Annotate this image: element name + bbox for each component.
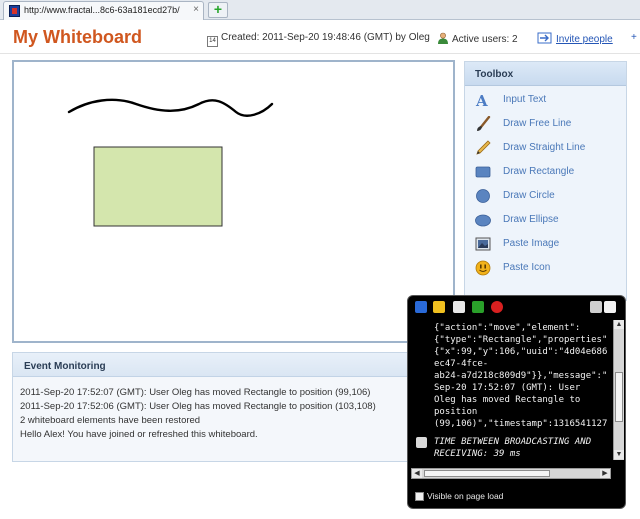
timing-line: TIME BETWEEN BROADCASTING AND [434,437,592,447]
tool-label: Draw Rectangle [503,166,575,177]
event-line: 2011-Sep-20 17:52:06 (GMT): User Oleg ha… [20,401,376,412]
visible-on-load-checkbox[interactable] [415,492,424,501]
new-tab-button[interactable]: + [208,2,228,18]
console-line: position [434,407,478,417]
scroll-up-icon[interactable]: ▲ [614,320,624,329]
warning-filter-icon[interactable] [433,301,445,313]
event-line: 2011-Sep-20 17:52:07 (GMT): User Oleg ha… [20,387,371,398]
console-line: ec47-4fce- [434,359,489,369]
free-line-stroke[interactable] [67,98,274,117]
tool-draw-straight-line[interactable]: Draw Straight Line [465,137,626,159]
invite-people-link[interactable]: Invite people [556,34,613,45]
console-line: Sep-20 17:52:07 (GMT): User [434,383,581,393]
smiley-icon [475,260,491,276]
console-horizontal-scrollbar[interactable]: ◀ ▶ [411,468,611,479]
event-monitoring-panel: Event Monitoring 2011-Sep-20 17:52:07 (G… [12,352,459,462]
scroll-thumb[interactable] [424,470,550,477]
toolbox-panel: Toolbox A Input Text Draw Free Line Draw… [464,61,627,301]
scroll-right-icon[interactable]: ▶ [600,469,610,478]
log-entry-icon [416,437,427,448]
console-line: Oleg has moved Rectangle to [434,395,581,405]
log-filter-icon[interactable] [453,301,465,313]
browser-tab-strip: http://www.fractal...8c6-63a181ecd27b/ ×… [0,0,640,20]
site-favicon-icon [9,5,20,17]
tool-label: Paste Icon [503,262,551,273]
tool-draw-rectangle[interactable]: Draw Rectangle [465,161,626,183]
tool-draw-circle[interactable]: Draw Circle [465,185,626,207]
invite-icon [537,32,552,44]
browser-tab[interactable]: http://www.fractal...8c6-63a181ecd27b/ × [3,1,204,20]
tool-label: Paste Image [503,238,560,249]
tool-draw-ellipse[interactable]: Draw Ellipse [465,209,626,231]
image-icon [475,237,491,251]
tool-paste-icon[interactable]: Paste Icon [465,257,626,279]
whiteboard-drawing [67,98,274,227]
calendar-icon: 14 [207,36,218,47]
console-line: {"type":"Rectangle","properties" [434,335,608,345]
ellipse-icon [475,214,491,227]
console-line: (99,106)","timestamp":1316541127 [434,419,608,429]
info-filter-icon[interactable] [415,301,427,313]
console-line: ab24-a7d218c809d9"}},"message":" [434,371,608,381]
console-log: {"action":"move","element": {"type":"Rec… [412,320,612,462]
tool-label: Draw Free Line [503,118,572,129]
tool-paste-image[interactable]: Paste Image [465,233,626,255]
error-filter-icon[interactable] [491,301,503,313]
event-line: Hello Alex! You have joined or refreshed… [20,429,258,440]
invite-area: Invite people [537,32,613,45]
console-vertical-scrollbar[interactable]: ▲ ▼ [613,320,624,460]
tool-label: Draw Straight Line [503,142,586,153]
scroll-left-icon[interactable]: ◀ [412,469,422,478]
created-text: Created: 2011-Sep-20 19:48:46 (GMT) by O… [221,32,430,43]
event-line: 2 whiteboard elements have been restored [20,415,201,426]
rectangle-icon [475,166,491,178]
console-toolbar [408,296,625,316]
scroll-thumb[interactable] [615,372,623,422]
shield-icon[interactable] [604,301,616,313]
rectangle-shape[interactable] [93,146,223,227]
console-line: {"action":"move","element": [434,323,581,333]
event-monitoring-title: Event Monitoring [13,353,458,377]
whiteboard-canvas[interactable] [12,60,455,343]
tool-draw-free-line[interactable]: Draw Free Line [465,113,626,135]
scroll-down-icon[interactable]: ▼ [614,450,624,459]
tab-url: http://www.fractal...8c6-63a181ecd27b/ [24,5,180,15]
visible-on-load-label: Visible on page load [427,491,504,501]
brush-icon [477,116,491,131]
circle-icon [476,189,490,203]
tool-label: Input Text [503,94,547,105]
invite-more-icon[interactable]: + [631,32,637,43]
created-info: 14 Created: 2011-Sep-20 19:48:46 (GMT) by… [207,32,430,47]
toolbox-title: Toolbox [465,62,626,86]
timing-line: RECEIVING: 39 ms [434,449,521,459]
console-footer: Visible on page load [408,486,625,508]
console-line: {"x":99,"y":106,"uuid":"4d04e686 [434,347,608,357]
move-icon[interactable] [590,301,602,313]
active-users: Active users: 2 [437,32,518,45]
active-users-text: Active users: 2 [452,34,518,45]
text-icon: A [475,92,488,108]
header-divider [0,53,640,54]
success-filter-icon[interactable] [472,301,484,313]
svg-text:A: A [475,92,488,108]
page-title: My Whiteboard [13,27,142,47]
user-icon [438,32,448,44]
tool-input-text[interactable]: A Input Text [465,89,626,111]
tab-close-icon[interactable]: × [193,4,199,15]
tool-label: Draw Circle [503,190,555,201]
tool-label: Draw Ellipse [503,214,559,225]
pencil-icon [476,140,491,155]
